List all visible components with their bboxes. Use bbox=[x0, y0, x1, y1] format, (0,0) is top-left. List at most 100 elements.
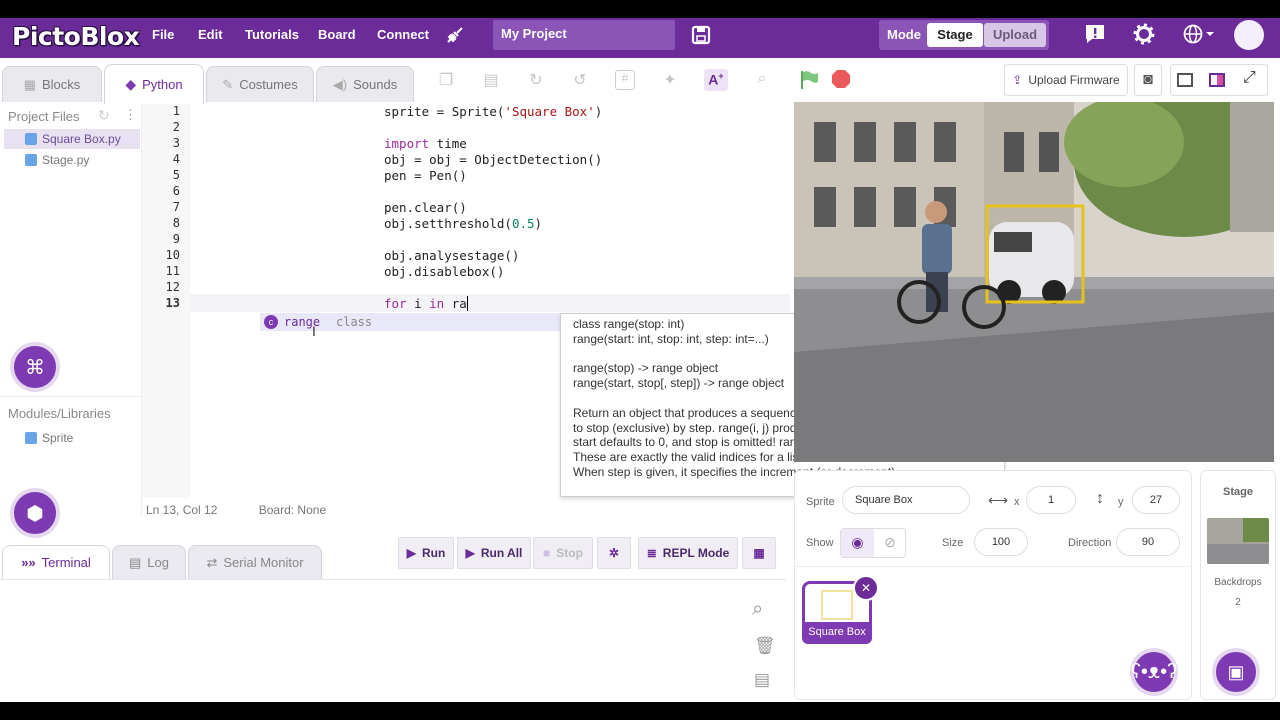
more-options-icon[interactable]: ⋮ bbox=[124, 107, 137, 123]
repl-icon: ≣ bbox=[646, 546, 657, 560]
run-all-button[interactable]: ▶ Run All bbox=[457, 537, 531, 569]
undo-icon[interactable]: ↺ bbox=[570, 70, 590, 90]
menu-tutorials[interactable]: Tutorials bbox=[245, 27, 299, 42]
code-line-1: sprite = Sprite('Square Box') bbox=[384, 104, 603, 119]
run-label: Run bbox=[421, 546, 446, 560]
sprite-thumbnail-label: Square Box bbox=[802, 622, 872, 644]
autocomplete-suggestion[interactable]: c range class bbox=[260, 313, 560, 331]
project-name-field[interactable]: My Project bbox=[493, 20, 675, 50]
add-sprite-button[interactable]: ʕ•ᴥ•ʔ bbox=[1130, 648, 1178, 696]
tab-costumes-label: Costumes bbox=[239, 77, 298, 92]
add-extension-button[interactable]: ⬢ bbox=[10, 488, 60, 538]
stop-icon[interactable] bbox=[831, 69, 851, 89]
tab-sounds-label: Sounds bbox=[353, 77, 398, 92]
line-number: 8 bbox=[172, 216, 180, 230]
upload-firmware-button[interactable]: ⇪ Upload Firmware bbox=[1004, 64, 1128, 96]
sprite-direction-input[interactable]: 90 bbox=[1116, 528, 1180, 556]
search-icon[interactable]: ⌕ bbox=[752, 70, 772, 90]
tab-serial-monitor[interactable]: ⇄ Serial Monitor bbox=[188, 545, 322, 579]
stage-panel-title: Stage bbox=[1223, 486, 1253, 498]
module-name: Sprite bbox=[42, 431, 74, 445]
tab-python[interactable]: ◆ Python bbox=[104, 64, 204, 104]
tab-log-label: Log bbox=[147, 555, 169, 570]
code-line-8: obj.setthreshold(0.5) bbox=[384, 216, 543, 231]
python-extension-button[interactable]: ⌘ bbox=[10, 342, 60, 392]
upload-firmware-label: Upload Firmware bbox=[1028, 73, 1120, 87]
run-button[interactable]: ▶ Run bbox=[398, 537, 454, 569]
camera-icon[interactable]: ◙ bbox=[1134, 64, 1162, 96]
visibility-toggle: ◉ ⊘ bbox=[840, 528, 906, 558]
code-line-11: obj.disablebox() bbox=[384, 264, 505, 279]
tab-sounds[interactable]: ◀) Sounds bbox=[316, 66, 414, 102]
paste-icon[interactable]: ▤ bbox=[481, 70, 501, 90]
font-size-icon[interactable]: A+ bbox=[704, 69, 728, 91]
backdrops-count: 2 bbox=[1235, 597, 1241, 608]
redo-icon[interactable]: ↻ bbox=[526, 70, 546, 90]
trash-icon[interactable]: 🗑 bbox=[754, 636, 776, 656]
feedback-icon[interactable] bbox=[1084, 23, 1106, 45]
connect-plug-icon[interactable] bbox=[444, 24, 466, 46]
calendar-icon[interactable]: ▦ bbox=[742, 537, 776, 569]
debug-icon[interactable]: ✲ bbox=[597, 537, 631, 569]
backdrop-thumbnail[interactable] bbox=[1207, 518, 1269, 564]
fullscreen-icon[interactable]: ⤢ bbox=[1243, 69, 1256, 87]
direction-label: Direction bbox=[1068, 537, 1112, 549]
gear-icon[interactable] bbox=[1133, 23, 1155, 45]
module-item-sprite[interactable]: Sprite bbox=[4, 428, 140, 448]
repl-mode-button[interactable]: ≣ REPL Mode bbox=[638, 537, 738, 569]
extension-cube-icon: ⬢ bbox=[10, 488, 60, 538]
terminal-output[interactable] bbox=[0, 579, 786, 702]
stop-button[interactable]: ■ Stop bbox=[533, 537, 593, 569]
code-line-3: import time bbox=[384, 136, 467, 151]
stop-square-icon: ■ bbox=[543, 546, 551, 560]
mode-upload-button[interactable]: Upload bbox=[984, 23, 1046, 47]
menu-board[interactable]: Board bbox=[318, 27, 356, 42]
tab-costumes[interactable]: ✎ Costumes bbox=[206, 66, 314, 102]
sprite-x-input[interactable]: 1 bbox=[1026, 486, 1076, 514]
tab-blocks[interactable]: ▦ Blocks bbox=[2, 66, 102, 102]
user-avatar[interactable] bbox=[1234, 20, 1264, 50]
copy-icon[interactable]: ❐ bbox=[436, 70, 456, 90]
bear-face-icon: ʕ•ᴥ•ʔ bbox=[1130, 648, 1178, 696]
tab-log[interactable]: ▤ Log bbox=[112, 545, 186, 579]
layout-controls: ⤢ bbox=[1170, 64, 1268, 96]
editor-status-bar: Ln 13, Col 12 Board: None bbox=[146, 503, 326, 517]
green-flag-icon[interactable] bbox=[799, 69, 821, 91]
tab-python-label: Python bbox=[142, 77, 183, 92]
terminal-icon: »» bbox=[21, 555, 36, 570]
save-icon[interactable] bbox=[690, 24, 712, 46]
tab-terminal[interactable]: »» Terminal bbox=[2, 545, 110, 579]
hide-eye-icon[interactable]: ⊘ bbox=[874, 529, 906, 557]
file-item-square-box[interactable]: Square Box.py bbox=[4, 129, 140, 149]
show-eye-icon[interactable]: ◉ bbox=[841, 529, 874, 557]
sprite-y-input[interactable]: 27 bbox=[1132, 486, 1180, 514]
menu-connect[interactable]: Connect bbox=[377, 27, 429, 42]
speaker-icon: ◀) bbox=[332, 76, 348, 92]
menu-file[interactable]: File bbox=[152, 27, 174, 42]
document-icon[interactable]: ▤ bbox=[754, 670, 770, 690]
delete-sprite-icon[interactable]: ✕ bbox=[853, 575, 879, 601]
add-backdrop-button[interactable]: ▣ bbox=[1212, 648, 1260, 696]
normal-stage-icon[interactable] bbox=[1209, 73, 1225, 87]
magic-wand-icon[interactable]: ✦ bbox=[660, 70, 680, 90]
line-number: 13 bbox=[165, 296, 180, 310]
sprite-name-input[interactable]: Square Box bbox=[842, 486, 970, 514]
comment-icon[interactable]: # bbox=[615, 70, 635, 90]
refresh-icon[interactable]: ↻ bbox=[98, 107, 110, 124]
language-globe-icon[interactable] bbox=[1182, 23, 1218, 45]
modules-header: Modules/Libraries bbox=[8, 406, 111, 421]
mode-stage-button[interactable]: Stage bbox=[927, 23, 983, 47]
line-number: 5 bbox=[172, 168, 180, 182]
code-line-7: pen.clear() bbox=[384, 200, 467, 215]
line-number: 11 bbox=[165, 264, 180, 278]
app-logo[interactable]: PictoBlox bbox=[12, 22, 140, 51]
small-stage-icon[interactable] bbox=[1177, 73, 1193, 87]
square-box-preview bbox=[821, 590, 853, 620]
stage-canvas[interactable] bbox=[794, 102, 1274, 462]
terminal-search-icon[interactable]: ⌕ bbox=[752, 598, 763, 621]
line-number-gutter: 1 2 3 4 5 6 7 8 9 10 11 12 13 bbox=[142, 102, 190, 498]
sprite-size-input[interactable]: 100 bbox=[974, 528, 1028, 556]
vertical-arrows-icon: ↕ bbox=[1096, 490, 1104, 507]
menu-edit[interactable]: Edit bbox=[198, 27, 223, 42]
file-item-stage[interactable]: Stage.py bbox=[4, 150, 140, 170]
